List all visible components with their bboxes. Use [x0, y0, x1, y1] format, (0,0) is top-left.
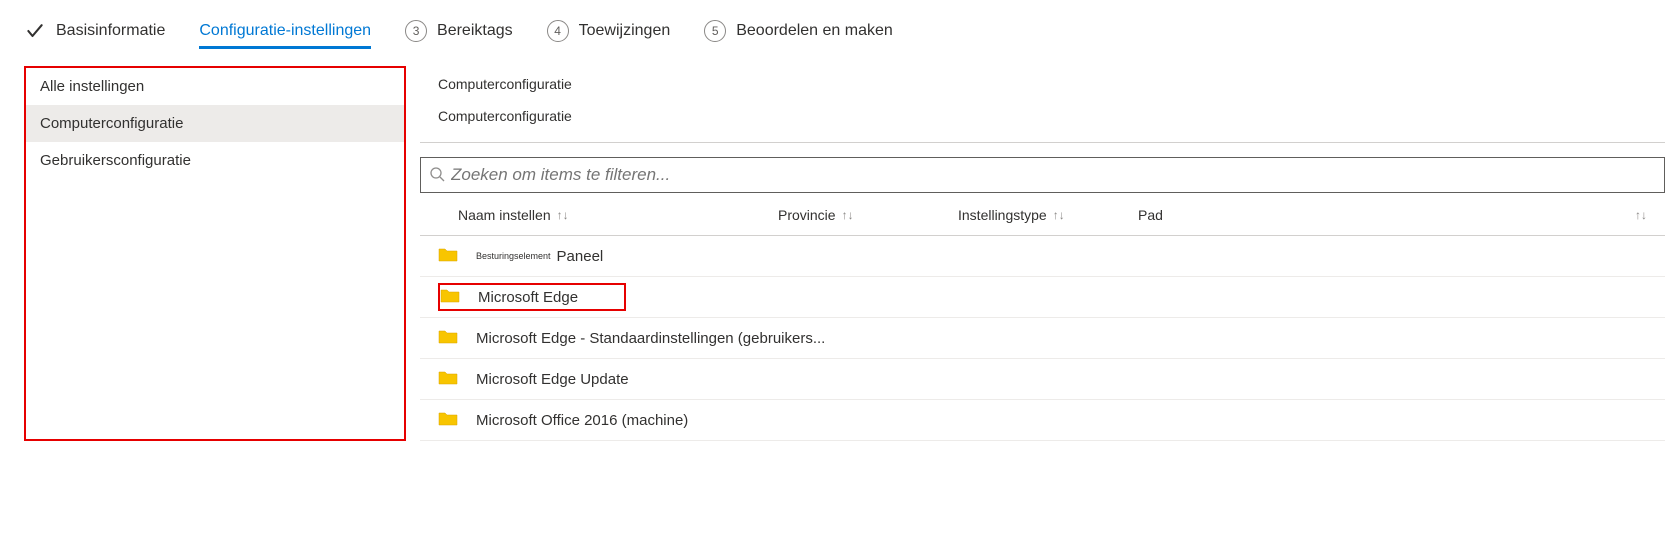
- row-label: Microsoft Edge: [478, 289, 578, 306]
- breadcrumb: Computerconfiguratie Computerconfigurati…: [420, 50, 1665, 138]
- table-header: Naam instellen ↑↓ Provincie ↑↓ Instellin…: [420, 193, 1665, 236]
- step-label: Toewijzingen: [579, 22, 671, 40]
- step-number-icon: 3: [405, 20, 427, 42]
- main-panel: Computerconfiguratie Computerconfigurati…: [406, 50, 1677, 441]
- column-header-province[interactable]: Provincie ↑↓: [778, 207, 958, 223]
- breadcrumb-line: Computerconfiguratie: [438, 100, 1665, 132]
- step-basisinformatie[interactable]: Basisinformatie: [24, 20, 165, 42]
- sidebar-item-computerconfiguratie[interactable]: Computerconfiguratie: [26, 105, 404, 142]
- checkmark-icon: [24, 20, 46, 42]
- column-label: Instellingstype: [958, 207, 1047, 223]
- search-input[interactable]: [451, 165, 1656, 185]
- sort-icon: ↑↓: [1635, 210, 1647, 220]
- search-box[interactable]: [420, 157, 1665, 193]
- folder-icon: [438, 328, 476, 348]
- sort-icon: ↑↓: [557, 210, 569, 220]
- step-label: Bereiktags: [437, 22, 513, 40]
- breadcrumb-line: Computerconfiguratie: [438, 68, 1665, 100]
- column-label: Naam instellen: [458, 207, 551, 223]
- step-label: Basisinformatie: [56, 22, 165, 40]
- table-row[interactable]: Microsoft Edge: [420, 277, 1665, 318]
- folder-icon: [438, 369, 476, 389]
- row-pretext: Besturingselement: [476, 251, 551, 261]
- step-configuratie-instellingen[interactable]: Configuratie-instellingen: [199, 22, 371, 40]
- column-header-name[interactable]: Naam instellen ↑↓: [458, 207, 778, 223]
- step-label: Configuratie-instellingen: [199, 22, 371, 49]
- table-row[interactable]: Microsoft Edge - Standaardinstellingen (…: [420, 318, 1665, 359]
- sidebar-item-alle-instellingen[interactable]: Alle instellingen: [26, 68, 404, 105]
- column-label: Pad: [1138, 207, 1163, 223]
- step-number-icon: 5: [704, 20, 726, 42]
- step-toewijzingen[interactable]: 4 Toewijzingen: [547, 20, 671, 42]
- wizard-steps: Basisinformatie Configuratie-instellinge…: [0, 0, 1677, 50]
- search-icon: [429, 166, 451, 185]
- row-label: Microsoft Edge - Standaardinstellingen (…: [476, 330, 825, 347]
- column-header-type[interactable]: Instellingstype ↑↓: [958, 207, 1138, 223]
- sidebar-item-gebruikersconfiguratie[interactable]: Gebruikersconfiguratie: [26, 142, 404, 179]
- column-header-path[interactable]: Pad ↑↓: [1138, 207, 1665, 223]
- annotation-highlight: Microsoft Edge: [438, 283, 626, 311]
- step-bereiktags[interactable]: 3 Bereiktags: [405, 20, 513, 42]
- folder-icon: [438, 410, 476, 430]
- folder-icon: [440, 287, 478, 307]
- sort-icon: ↑↓: [842, 210, 854, 220]
- settings-scope-sidebar: Alle instellingen Computerconfiguratie G…: [24, 66, 406, 441]
- column-label: Provincie: [778, 207, 836, 223]
- divider: [420, 142, 1665, 143]
- table-row[interactable]: Microsoft Edge Update: [420, 359, 1665, 400]
- table-row[interactable]: Microsoft Office 2016 (machine): [420, 400, 1665, 441]
- row-label: Paneel: [557, 248, 604, 265]
- step-number-icon: 4: [547, 20, 569, 42]
- table-body: Besturingselement Paneel Microsoft Edge …: [420, 236, 1665, 441]
- folder-icon: [438, 246, 476, 266]
- step-label: Beoordelen en maken: [736, 22, 893, 40]
- step-beoordelen-en-maken[interactable]: 5 Beoordelen en maken: [704, 20, 893, 42]
- row-label: Microsoft Edge Update: [476, 371, 629, 388]
- sort-icon: ↑↓: [1053, 210, 1065, 220]
- row-label: Microsoft Office 2016 (machine): [476, 412, 688, 429]
- table-row[interactable]: Besturingselement Paneel: [420, 236, 1665, 277]
